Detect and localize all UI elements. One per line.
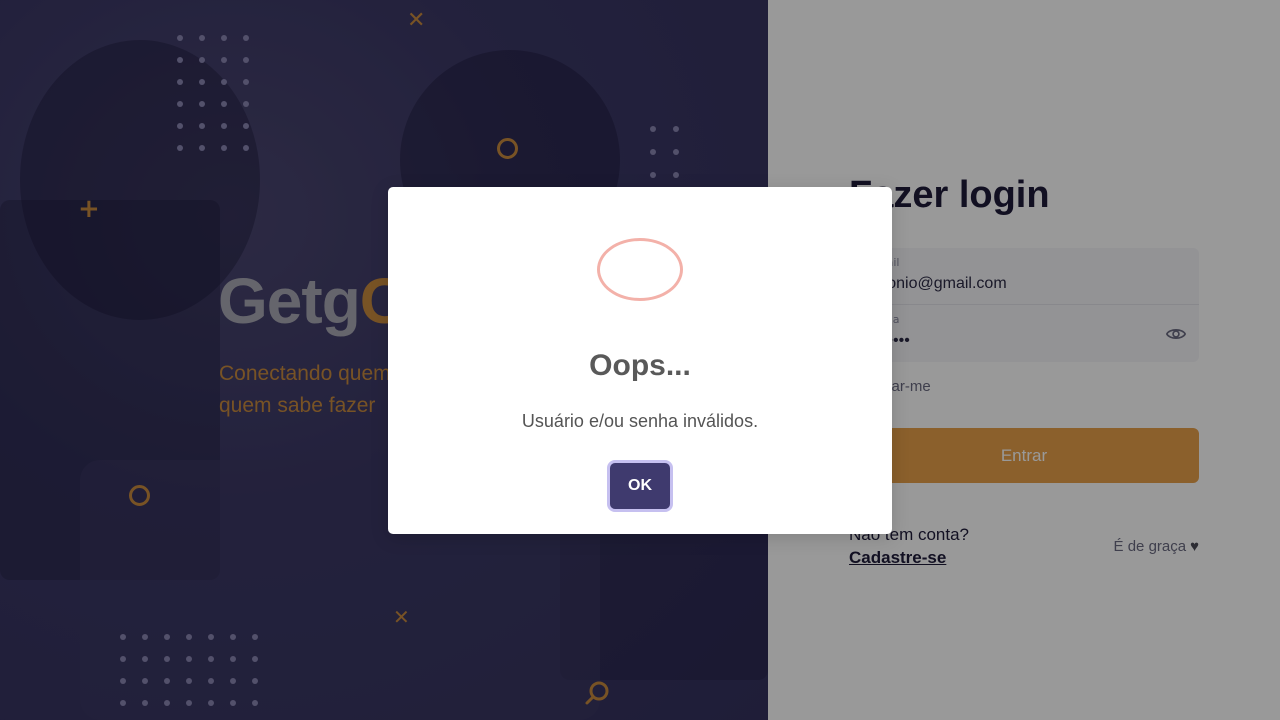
dialog-message: Usuário e/ou senha inválidos. [521, 411, 759, 431]
error-dialog: Oops... Usuário e/ou senha inválidos. OK [388, 187, 892, 534]
dialog-title: Oops... [589, 349, 691, 382]
ok-button[interactable]: OK [610, 463, 670, 509]
error-icon [597, 238, 683, 301]
